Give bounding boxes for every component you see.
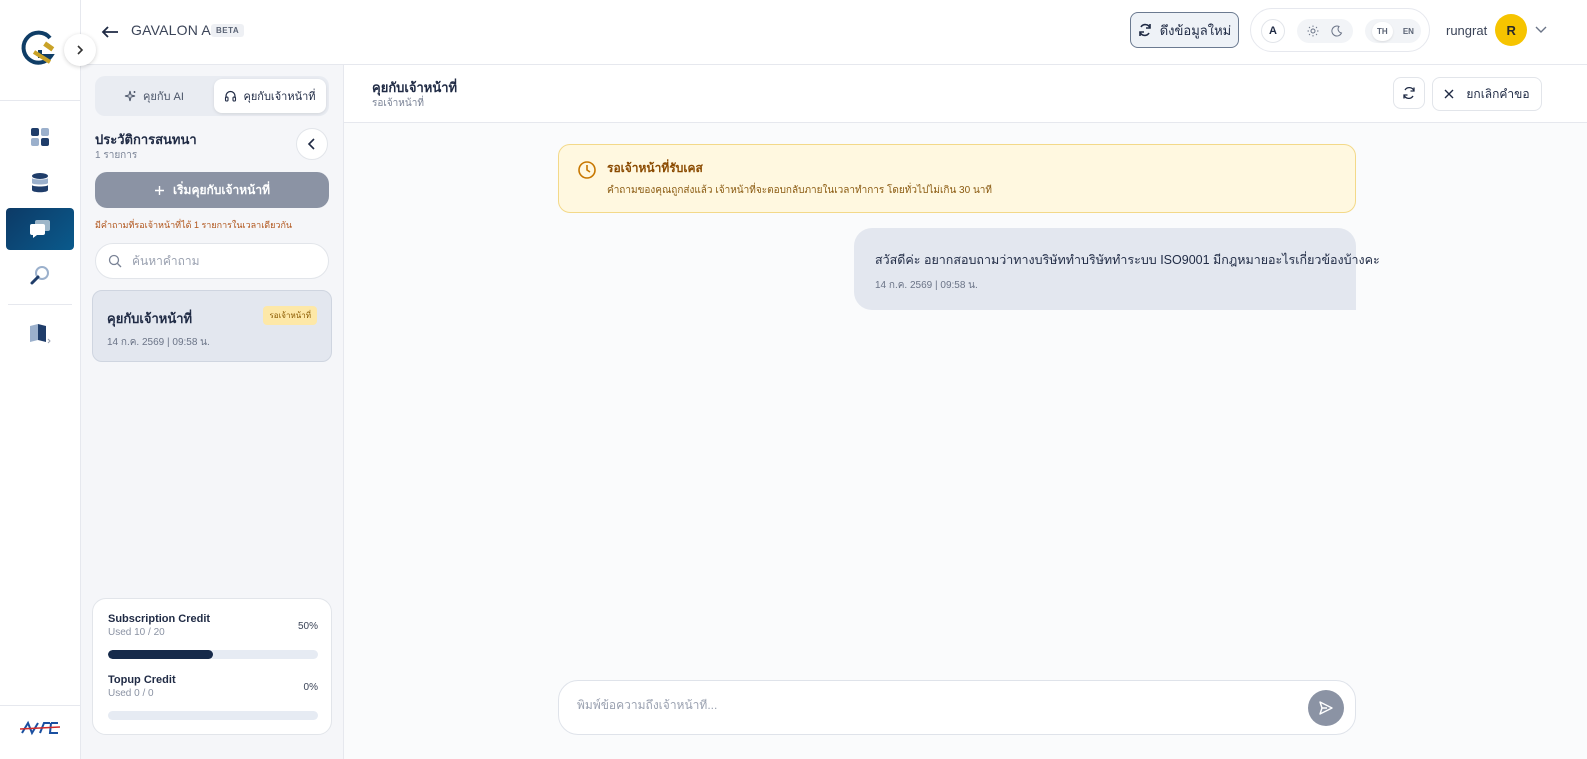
reload-chat-button[interactable] (1393, 77, 1425, 109)
chevron-down-icon (1535, 26, 1547, 33)
arrow-left-icon (101, 26, 118, 38)
theme-toggle[interactable] (1297, 19, 1353, 43)
list-item[interactable]: คุยกับเจ้าหน้าที่ รอเจ้าหน้าที่ 14 ก.ค. … (92, 290, 332, 362)
app-logo[interactable] (20, 30, 58, 68)
lang-th-option[interactable]: TH (1372, 21, 1393, 41)
moon-icon[interactable] (1331, 25, 1343, 37)
close-icon (1444, 89, 1454, 99)
rail-divider (0, 100, 81, 101)
nav-search[interactable] (6, 254, 74, 296)
user-message: สวัสดีค่ะ อยากสอบถามว่าทางบริษัททำบริษัท… (854, 228, 1380, 310)
refresh-data-label: ดึงข้อมูลใหม่ (1159, 22, 1232, 38)
search-icon (30, 266, 49, 285)
database-icon (32, 173, 48, 193)
chat-title: คุยกับเจ้าหน้าที่ (372, 80, 458, 95)
waiting-description: คำถามของคุณถูกส่งแล้ว เจ้าหน้าที่จะตอบกล… (607, 185, 993, 196)
cancel-request-button[interactable]: ยกเลิกคำขอ (1432, 77, 1542, 111)
brand-name: GAVALON AI (131, 22, 215, 38)
topup-credit: Topup Credit Used 0 / 0 0% (108, 674, 318, 720)
waiting-notice: รอเจ้าหน้าที่รับเคส คำถามของคุณถูกส่งแล้… (558, 144, 1356, 213)
chat-header: คุยกับเจ้าหน้าที่ รอเจ้าหน้าที่ ยกเลิกคำ… (344, 65, 1587, 123)
partner-logo (19, 720, 61, 736)
nav-rail (0, 0, 96, 759)
chat-main: คุยกับเจ้าหน้าที่ รอเจ้าหน้าที่ ยกเลิกคำ… (344, 65, 1587, 759)
message-time: 14 ก.ค. 2569 | 09:58 น. (875, 280, 978, 291)
conversation-datetime: 14 ก.ค. 2569 | 09:58 น. (107, 337, 210, 348)
chevron-right-icon (77, 45, 84, 55)
send-button[interactable] (1308, 690, 1344, 726)
credit-progress-fill (108, 650, 213, 659)
message-text: สวัสดีค่ะ อยากสอบถามว่าทางบริษัททำบริษัท… (875, 253, 1380, 267)
clock-icon (578, 161, 596, 179)
collapse-sidebar-button[interactable] (296, 128, 328, 160)
cancel-request-label: ยกเลิกคำขอ (1466, 86, 1530, 101)
send-icon (1319, 701, 1333, 715)
expand-rail-button[interactable] (64, 34, 96, 66)
waiting-title: รอเจ้าหน้าที่รับเคส (607, 161, 703, 175)
message-composer (558, 680, 1356, 735)
question-search (95, 243, 329, 279)
sparkle-icon (124, 90, 136, 101)
headset-icon (225, 90, 237, 102)
history-count: 1 รายการ (95, 150, 138, 161)
language-toggle: TH EN (1365, 19, 1421, 43)
credit-used: Used 0 / 0 (108, 688, 154, 699)
sync-icon (1138, 23, 1151, 37)
user-name: rungrat (1446, 22, 1488, 38)
plus-icon (154, 185, 164, 195)
new-staff-chat-label: เริ่มคุยกับเจ้าหน้าที่ (172, 182, 271, 197)
chat-status: รอเจ้าหน้าที่ (372, 98, 424, 109)
nav-chat[interactable] (6, 208, 74, 250)
credit-used: Used 10 / 20 (108, 627, 165, 638)
sun-icon[interactable] (1307, 25, 1319, 37)
credit-panel: Subscription Credit Used 10 / 20 50% Top… (92, 598, 332, 735)
tab-chat-staff[interactable]: คุยกับเจ้าหน้าที่ (214, 79, 326, 113)
display-toggles: A TH EN (1250, 8, 1430, 52)
lang-en-option[interactable]: EN (1403, 27, 1414, 36)
subscription-credit: Subscription Credit Used 10 / 20 50% (108, 613, 318, 659)
dashboard-icon (31, 128, 49, 146)
tab-chat-ai[interactable]: คุยกับ AI (98, 79, 210, 113)
back-button[interactable] (99, 21, 121, 43)
nav-dashboard[interactable] (6, 116, 74, 158)
chat-icon (30, 220, 50, 238)
credit-percent: 50% (297, 621, 318, 632)
font-size-toggle[interactable]: A (1261, 19, 1285, 43)
chat-mode-tabs: คุยกับ AI คุยกับเจ้าหน้าที่ (95, 76, 329, 116)
history-title: ประวัติการสนทนา (95, 132, 197, 147)
nav-manual[interactable] (6, 312, 74, 354)
nav-database[interactable] (6, 162, 74, 204)
beta-badge: BETA (211, 24, 245, 37)
tab-chat-staff-label: คุยกับเจ้าหน้าที่ (243, 91, 316, 103)
top-bar: GAVALON AI BETA ดึงข้อมูลใหม่ A TH EN ru… (81, 0, 1587, 65)
search-icon (108, 254, 122, 268)
new-staff-chat-button[interactable]: เริ่มคุยกับเจ้าหน้าที่ (95, 172, 329, 208)
user-menu[interactable]: rungrat R (1446, 12, 1547, 48)
refresh-data-button[interactable]: ดึงข้อมูลใหม่ (1130, 12, 1239, 48)
limit-note: มีคำถามที่รอเจ้าหน้าที่ได้ 1 รายการในเวล… (95, 220, 293, 230)
rail-divider (0, 705, 81, 706)
tab-chat-ai-label: คุยกับ AI (143, 91, 184, 103)
chevron-left-icon (307, 138, 315, 150)
rail-divider (8, 304, 72, 305)
refresh-icon (1403, 86, 1415, 100)
search-input[interactable] (132, 254, 312, 268)
conversation-title: คุยกับเจ้าหน้าที่ (107, 311, 193, 326)
book-icon (30, 324, 51, 344)
credit-progress-bar (108, 711, 318, 720)
conversation-sidebar: คุยกับ AI คุยกับเจ้าหน้าที่ ประวัติการสน… (81, 65, 344, 759)
credit-label: Topup Credit (108, 674, 176, 686)
message-input[interactable] (577, 698, 1277, 712)
credit-progress-bar (108, 650, 318, 659)
credit-percent: 0% (303, 682, 318, 693)
status-badge: รอเจ้าหน้าที่ (263, 306, 317, 325)
credit-label: Subscription Credit (108, 613, 211, 625)
avatar: R (1495, 14, 1528, 46)
